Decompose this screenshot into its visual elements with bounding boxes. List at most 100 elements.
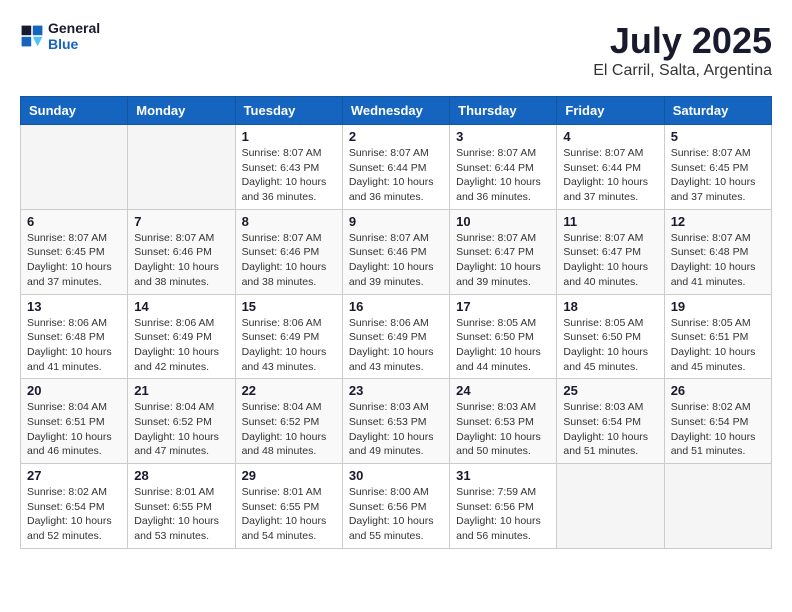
day-info: Sunrise: 8:02 AM Sunset: 6:54 PM Dayligh… <box>27 485 121 544</box>
day-number: 30 <box>349 468 443 483</box>
day-info: Sunrise: 8:07 AM Sunset: 6:43 PM Dayligh… <box>242 146 336 205</box>
day-number: 13 <box>27 299 121 314</box>
day-info: Sunrise: 8:07 AM Sunset: 6:45 PM Dayligh… <box>671 146 765 205</box>
calendar-cell: 3Sunrise: 8:07 AM Sunset: 6:44 PM Daylig… <box>450 125 557 210</box>
day-number: 8 <box>242 214 336 229</box>
calendar-cell: 13 Sunrise: 8:06 AM Sunset: 6:48 PM Dayli… <box>21 294 128 379</box>
day-number: 26 <box>671 383 765 398</box>
day-number: 2 <box>349 129 443 144</box>
calendar-cell <box>557 464 664 549</box>
day-info: Sunrise: 7:59 AM Sunset: 6:56 PM Dayligh… <box>456 485 550 544</box>
calendar-cell: 24 Sunrise: 8:03 AM Sunset: 6:53 PM Dayli… <box>450 379 557 464</box>
day-number: 29 <box>242 468 336 483</box>
day-info: Sunrise: 8:01 AM Sunset: 6:55 PM Dayligh… <box>242 485 336 544</box>
logo-blue-text: Blue <box>48 36 100 52</box>
weekday-header: Thursday <box>450 97 557 125</box>
calendar-cell: 22 Sunrise: 8:04 AM Sunset: 6:52 PM Dayli… <box>235 379 342 464</box>
day-number: 23 <box>349 383 443 398</box>
logo-icon <box>20 24 44 48</box>
title-block: July 2025 El Carril, Salta, Argentina <box>593 20 772 80</box>
day-info: Sunrise: 8:07 AM Sunset: 6:45 PM Dayligh… <box>27 231 121 290</box>
calendar-cell <box>21 125 128 210</box>
day-info: Sunrise: 8:07 AM Sunset: 6:47 PM Dayligh… <box>456 231 550 290</box>
day-info: Sunrise: 8:06 AM Sunset: 6:49 PM Dayligh… <box>242 316 336 375</box>
calendar-cell: 9Sunrise: 8:07 AM Sunset: 6:46 PM Daylig… <box>342 209 449 294</box>
calendar-cell: 26Sunrise: 8:02 AM Sunset: 6:54 PM Dayli… <box>664 379 771 464</box>
day-number: 19 <box>671 299 765 314</box>
weekday-header: Sunday <box>21 97 128 125</box>
day-info: Sunrise: 8:03 AM Sunset: 6:53 PM Dayligh… <box>349 400 443 459</box>
day-number: 10 <box>456 214 550 229</box>
day-number: 28 <box>134 468 228 483</box>
day-info: Sunrise: 8:06 AM Sunset: 6:49 PM Dayligh… <box>349 316 443 375</box>
day-info: Sunrise: 8:06 AM Sunset: 6:48 PM Dayligh… <box>27 316 121 375</box>
day-number: 6 <box>27 214 121 229</box>
calendar-cell: 1Sunrise: 8:07 AM Sunset: 6:43 PM Daylig… <box>235 125 342 210</box>
calendar-cell: 2 Sunrise: 8:07 AM Sunset: 6:44 PM Daylig… <box>342 125 449 210</box>
day-info: Sunrise: 8:04 AM Sunset: 6:51 PM Dayligh… <box>27 400 121 459</box>
day-info: Sunrise: 8:07 AM Sunset: 6:47 PM Dayligh… <box>563 231 657 290</box>
day-number: 21 <box>134 383 228 398</box>
calendar-cell: 19 Sunrise: 8:05 AM Sunset: 6:51 PM Dayli… <box>664 294 771 379</box>
day-info: Sunrise: 8:07 AM Sunset: 6:48 PM Dayligh… <box>671 231 765 290</box>
day-number: 27 <box>27 468 121 483</box>
calendar-cell: 8 Sunrise: 8:07 AM Sunset: 6:46 PM Daylig… <box>235 209 342 294</box>
weekday-header: Monday <box>128 97 235 125</box>
day-number: 14 <box>134 299 228 314</box>
day-number: 4 <box>563 129 657 144</box>
calendar-cell: 30 Sunrise: 8:00 AM Sunset: 6:56 PM Dayli… <box>342 464 449 549</box>
day-info: Sunrise: 8:07 AM Sunset: 6:44 PM Dayligh… <box>456 146 550 205</box>
calendar-cell: 12 Sunrise: 8:07 AM Sunset: 6:48 PM Dayli… <box>664 209 771 294</box>
calendar-cell: 7Sunrise: 8:07 AM Sunset: 6:46 PM Daylig… <box>128 209 235 294</box>
calendar-cell: 17 Sunrise: 8:05 AM Sunset: 6:50 PM Dayli… <box>450 294 557 379</box>
calendar-cell: 5 Sunrise: 8:07 AM Sunset: 6:45 PM Daylig… <box>664 125 771 210</box>
calendar-week-row: 6 Sunrise: 8:07 AM Sunset: 6:45 PM Daylig… <box>21 209 772 294</box>
day-info: Sunrise: 8:04 AM Sunset: 6:52 PM Dayligh… <box>242 400 336 459</box>
calendar-title: July 2025 <box>593 20 772 62</box>
day-info: Sunrise: 8:04 AM Sunset: 6:52 PM Dayligh… <box>134 400 228 459</box>
calendar-week-row: 20 Sunrise: 8:04 AM Sunset: 6:51 PM Dayli… <box>21 379 772 464</box>
calendar-cell: 11 Sunrise: 8:07 AM Sunset: 6:47 PM Dayli… <box>557 209 664 294</box>
calendar-cell: 29 Sunrise: 8:01 AM Sunset: 6:55 PM Dayli… <box>235 464 342 549</box>
day-number: 17 <box>456 299 550 314</box>
day-info: Sunrise: 8:07 AM Sunset: 6:44 PM Dayligh… <box>349 146 443 205</box>
day-info: Sunrise: 8:03 AM Sunset: 6:53 PM Dayligh… <box>456 400 550 459</box>
day-number: 7 <box>134 214 228 229</box>
day-number: 31 <box>456 468 550 483</box>
day-number: 24 <box>456 383 550 398</box>
day-info: Sunrise: 8:01 AM Sunset: 6:55 PM Dayligh… <box>134 485 228 544</box>
calendar-cell: 23 Sunrise: 8:03 AM Sunset: 6:53 PM Dayli… <box>342 379 449 464</box>
calendar-cell: 27 Sunrise: 8:02 AM Sunset: 6:54 PM Dayli… <box>21 464 128 549</box>
day-info: Sunrise: 8:03 AM Sunset: 6:54 PM Dayligh… <box>563 400 657 459</box>
calendar-subtitle: El Carril, Salta, Argentina <box>593 62 772 80</box>
calendar-cell: 14 Sunrise: 8:06 AM Sunset: 6:49 PM Dayli… <box>128 294 235 379</box>
calendar-header-row: SundayMondayTuesdayWednesdayThursdayFrid… <box>21 97 772 125</box>
calendar-cell: 25Sunrise: 8:03 AM Sunset: 6:54 PM Dayli… <box>557 379 664 464</box>
logo-general-text: General <box>48 20 100 36</box>
day-number: 12 <box>671 214 765 229</box>
calendar-cell: 16 Sunrise: 8:06 AM Sunset: 6:49 PM Dayli… <box>342 294 449 379</box>
day-number: 9 <box>349 214 443 229</box>
calendar-cell: 28 Sunrise: 8:01 AM Sunset: 6:55 PM Dayli… <box>128 464 235 549</box>
calendar-cell: 4 Sunrise: 8:07 AM Sunset: 6:44 PM Daylig… <box>557 125 664 210</box>
calendar-cell: 10 Sunrise: 8:07 AM Sunset: 6:47 PM Dayli… <box>450 209 557 294</box>
calendar-cell: 31 Sunrise: 7:59 AM Sunset: 6:56 PM Dayli… <box>450 464 557 549</box>
day-info: Sunrise: 8:00 AM Sunset: 6:56 PM Dayligh… <box>349 485 443 544</box>
day-info: Sunrise: 8:05 AM Sunset: 6:51 PM Dayligh… <box>671 316 765 375</box>
weekday-header: Tuesday <box>235 97 342 125</box>
day-number: 18 <box>563 299 657 314</box>
day-number: 11 <box>563 214 657 229</box>
day-info: Sunrise: 8:06 AM Sunset: 6:49 PM Dayligh… <box>134 316 228 375</box>
day-info: Sunrise: 8:07 AM Sunset: 6:44 PM Dayligh… <box>563 146 657 205</box>
day-info: Sunrise: 8:05 AM Sunset: 6:50 PM Dayligh… <box>456 316 550 375</box>
day-number: 16 <box>349 299 443 314</box>
calendar-cell: 21 Sunrise: 8:04 AM Sunset: 6:52 PM Dayli… <box>128 379 235 464</box>
day-info: Sunrise: 8:05 AM Sunset: 6:50 PM Dayligh… <box>563 316 657 375</box>
day-number: 15 <box>242 299 336 314</box>
day-number: 5 <box>671 129 765 144</box>
weekday-header: Saturday <box>664 97 771 125</box>
day-number: 22 <box>242 383 336 398</box>
day-info: Sunrise: 8:07 AM Sunset: 6:46 PM Dayligh… <box>242 231 336 290</box>
day-number: 20 <box>27 383 121 398</box>
calendar-table: SundayMondayTuesdayWednesdayThursdayFrid… <box>20 96 772 549</box>
